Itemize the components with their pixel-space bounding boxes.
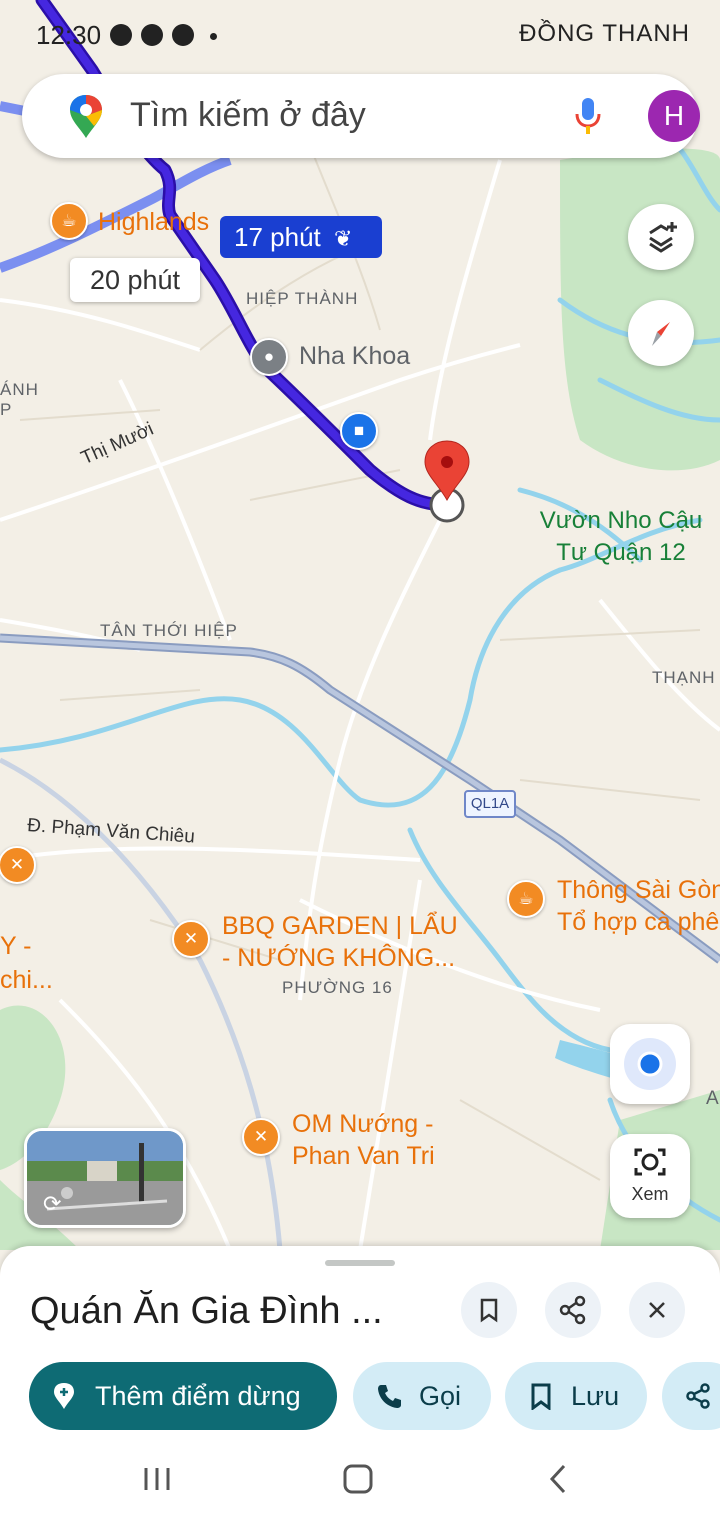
area-label-p: P — [0, 400, 13, 419]
system-navigation-bar — [0, 1440, 720, 1519]
save-button[interactable]: Lưu — [505, 1362, 647, 1430]
add-location-icon — [54, 1383, 74, 1409]
save-bookmark-icon — [531, 1383, 551, 1410]
account-avatar[interactable]: H — [648, 90, 700, 142]
place-title: Quán Ăn Gia Đình ... — [30, 1290, 383, 1332]
sheet-drag-handle[interactable] — [325, 1260, 395, 1266]
area-label-hiep-thanh: HIỆP THÀNH — [246, 289, 359, 308]
share-icon — [559, 1295, 586, 1325]
camera-lens-icon — [634, 1148, 666, 1176]
restaurant-icon-2[interactable]: ✕ — [242, 1118, 280, 1156]
poi-nha-khoa[interactable]: Nha Khoa — [299, 342, 410, 371]
shopping-bag-icon[interactable]: ■ — [340, 412, 378, 450]
share-chip-icon — [686, 1383, 710, 1409]
cafe-icon-2[interactable]: ☕ — [507, 880, 545, 918]
more-notifications-dot — [210, 33, 217, 40]
restaurant-icon[interactable]: ✕ — [172, 920, 210, 958]
lens-view-label: Xem — [631, 1184, 669, 1204]
route-time-alternate[interactable]: 20 phút — [70, 258, 200, 302]
messenger-icon-3 — [172, 24, 194, 46]
bookmark-button[interactable] — [461, 1282, 517, 1338]
layers-icon — [649, 222, 677, 253]
poi-bbq-garden-line1[interactable]: BBQ GARDEN | LẨU — [222, 910, 458, 942]
area-label-thanh: THẠNH — [652, 668, 716, 687]
poi-partial-y[interactable]: Y - — [0, 930, 32, 962]
share-chip-button[interactable] — [662, 1362, 720, 1430]
destination-pin-icon[interactable] — [420, 440, 474, 524]
back-icon[interactable] — [544, 1462, 574, 1496]
cafe-icon[interactable]: ☕ — [50, 202, 88, 240]
poi-highlands[interactable]: Highlands — [98, 206, 209, 238]
search-input[interactable]: Tìm kiếm ở đây — [130, 96, 366, 135]
poi-bbq-garden-line2[interactable]: - NƯỚNG KHÔNG... — [222, 942, 455, 974]
area-label-phuong-16: PHƯỜNG 16 — [282, 978, 393, 997]
compass-icon — [652, 322, 670, 346]
save-label: Lưu — [571, 1381, 620, 1411]
call-label: Gọi — [419, 1381, 462, 1411]
home-icon[interactable] — [340, 1462, 376, 1496]
phone-icon — [378, 1385, 401, 1408]
edge-label-a: A — [706, 1088, 719, 1109]
add-stop-button[interactable]: Thêm điểm dừng — [29, 1362, 337, 1430]
poi-vuon-nho[interactable]: Vườn Nho Cậu Tư Quận 12 — [536, 505, 706, 569]
add-stop-label: Thêm điểm dừng — [95, 1381, 301, 1411]
route-time-primary[interactable]: 17 phút ❦ — [220, 216, 382, 258]
status-time: 12:30 — [36, 20, 102, 50]
dental-icon[interactable]: ● — [250, 338, 288, 376]
share-button[interactable] — [545, 1282, 601, 1338]
street-view-thumbnail[interactable]: ⟳ — [24, 1128, 186, 1228]
call-button[interactable]: Gọi — [353, 1362, 491, 1430]
area-label-tan-thoi-hiep: TÂN THỚI HIỆP — [100, 621, 238, 640]
poi-om-nuong-line1[interactable]: OM Nướng - — [292, 1108, 433, 1140]
rotate-360-icon: ⟳ — [43, 1191, 62, 1216]
poi-partial-chi[interactable]: chi... — [0, 964, 53, 996]
maps-logo-icon — [70, 95, 102, 138]
lens-view-button[interactable]: Xem — [610, 1134, 690, 1218]
recent-apps-icon[interactable] — [140, 1464, 174, 1494]
my-location-icon — [624, 1038, 676, 1090]
close-icon — [649, 1302, 665, 1318]
route-time-alternate-label: 20 phút — [89, 265, 181, 295]
messenger-icon — [110, 24, 132, 46]
compass-button[interactable] — [628, 300, 694, 366]
search-bar[interactable]: Tìm kiếm ở đây H — [22, 74, 700, 158]
area-label-anh: ÁNH — [0, 380, 39, 399]
poi-om-nuong-line2[interactable]: Phan Van Tri — [292, 1140, 435, 1172]
poi-thong-sai-gon[interactable]: Thông Sài Gòn — [557, 874, 720, 906]
my-location-button[interactable] — [610, 1024, 690, 1104]
map-view[interactable]: 17 phút ❦ 20 phút HIỆP THÀNH TÂN THỚI HI… — [0, 0, 720, 1250]
close-button[interactable] — [629, 1282, 685, 1338]
eco-leaf-icon: ❦ — [333, 226, 353, 251]
route-time-primary-label: 17 phút — [234, 222, 321, 252]
microphone-icon[interactable] — [574, 96, 602, 136]
highway-shield: QL1A — [464, 790, 516, 818]
layers-button[interactable] — [628, 204, 694, 270]
status-right: ĐỒNG THANH — [519, 20, 690, 47]
messenger-icon-2 — [141, 24, 163, 46]
status-bar: 12:30 ĐỒNG THANH — [0, 0, 720, 70]
bookmark-icon — [480, 1298, 498, 1323]
poi-to-hop[interactable]: Tổ hợp cà phê — [557, 906, 719, 938]
